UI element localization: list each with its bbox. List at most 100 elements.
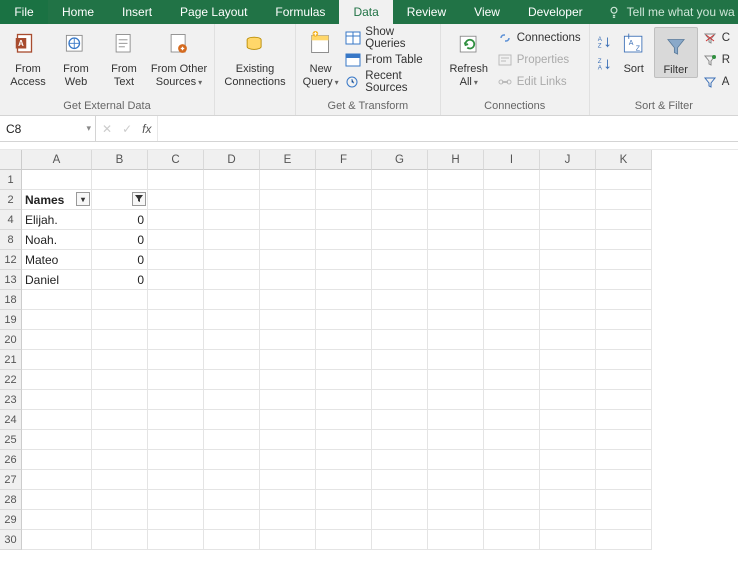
cell[interactable]: 0: [92, 230, 148, 250]
cell[interactable]: [22, 490, 92, 510]
cell[interactable]: [428, 490, 484, 510]
cell[interactable]: [204, 410, 260, 430]
cell[interactable]: [260, 190, 316, 210]
advanced-filter-button[interactable]: A: [698, 71, 734, 93]
cell[interactable]: [316, 490, 372, 510]
row-header-8[interactable]: 8: [0, 230, 22, 250]
cell[interactable]: [596, 470, 652, 490]
tab-data[interactable]: Data: [339, 0, 392, 24]
cell[interactable]: [316, 310, 372, 330]
cell[interactable]: [316, 450, 372, 470]
cell[interactable]: [260, 210, 316, 230]
row-header-24[interactable]: 24: [0, 410, 22, 430]
cell[interactable]: [540, 450, 596, 470]
cell[interactable]: [22, 370, 92, 390]
cell[interactable]: [596, 530, 652, 550]
cell[interactable]: [540, 470, 596, 490]
cell[interactable]: [428, 410, 484, 430]
from-table-button[interactable]: From Table: [341, 49, 435, 71]
cell[interactable]: [484, 510, 540, 530]
cell[interactable]: [540, 490, 596, 510]
cell[interactable]: [428, 330, 484, 350]
cell[interactable]: [204, 290, 260, 310]
col-header-K[interactable]: K: [596, 150, 652, 170]
cell[interactable]: [428, 190, 484, 210]
cell[interactable]: [148, 330, 204, 350]
col-header-E[interactable]: E: [260, 150, 316, 170]
cell[interactable]: Noah.: [22, 230, 92, 250]
cell[interactable]: [148, 450, 204, 470]
cell[interactable]: [484, 330, 540, 350]
cell[interactable]: [22, 290, 92, 310]
cell[interactable]: [148, 410, 204, 430]
chevron-down-icon[interactable]: ▾: [86, 123, 91, 134]
cell[interactable]: [428, 310, 484, 330]
col-header-C[interactable]: C: [148, 150, 204, 170]
cell[interactable]: [428, 450, 484, 470]
col-header-D[interactable]: D: [204, 150, 260, 170]
cell[interactable]: [260, 270, 316, 290]
fx-icon[interactable]: fx: [142, 122, 151, 136]
cell[interactable]: [372, 410, 428, 430]
cell[interactable]: [428, 170, 484, 190]
cell[interactable]: [316, 350, 372, 370]
col-header-G[interactable]: G: [372, 150, 428, 170]
cell[interactable]: [22, 330, 92, 350]
cell[interactable]: [92, 470, 148, 490]
cell[interactable]: [316, 190, 372, 210]
cell[interactable]: [92, 370, 148, 390]
cell[interactable]: [204, 210, 260, 230]
cell[interactable]: [484, 490, 540, 510]
cell[interactable]: [316, 270, 372, 290]
cell[interactable]: [148, 270, 204, 290]
recent-sources-button[interactable]: Recent Sources: [341, 71, 435, 93]
row-header-21[interactable]: 21: [0, 350, 22, 370]
cell[interactable]: [92, 530, 148, 550]
cell[interactable]: [484, 170, 540, 190]
cell[interactable]: [540, 310, 596, 330]
cell[interactable]: [92, 190, 148, 210]
cell[interactable]: [92, 430, 148, 450]
cell[interactable]: [484, 270, 540, 290]
reapply-button[interactable]: R: [698, 49, 734, 71]
cell[interactable]: [316, 470, 372, 490]
cell[interactable]: [22, 450, 92, 470]
cell[interactable]: [372, 290, 428, 310]
cell[interactable]: [260, 370, 316, 390]
cell[interactable]: [428, 530, 484, 550]
tab-page-layout[interactable]: Page Layout: [166, 0, 261, 24]
row-header-12[interactable]: 12: [0, 250, 22, 270]
cell[interactable]: [22, 170, 92, 190]
cell[interactable]: [22, 410, 92, 430]
cell[interactable]: [260, 290, 316, 310]
show-queries-button[interactable]: Show Queries: [341, 27, 435, 49]
cell[interactable]: [428, 390, 484, 410]
cell[interactable]: [596, 290, 652, 310]
cell[interactable]: [204, 310, 260, 330]
cell[interactable]: [148, 510, 204, 530]
sort-asc-button[interactable]: AZ: [594, 31, 614, 53]
cell[interactable]: [316, 510, 372, 530]
clear-filter-button[interactable]: C: [698, 27, 734, 49]
cell[interactable]: [428, 350, 484, 370]
tab-developer[interactable]: Developer: [514, 0, 597, 24]
cell[interactable]: [92, 410, 148, 430]
tab-review[interactable]: Review: [393, 0, 460, 24]
cell[interactable]: [540, 170, 596, 190]
col-header-J[interactable]: J: [540, 150, 596, 170]
cell[interactable]: [260, 510, 316, 530]
cell[interactable]: [260, 170, 316, 190]
cell[interactable]: [92, 290, 148, 310]
filter-dropdown-active-icon[interactable]: [132, 192, 146, 206]
cell[interactable]: [316, 210, 372, 230]
cells-area[interactable]: Names▾Elijah.0Noah.0Mateo0Daniel0: [22, 170, 652, 550]
cell[interactable]: [22, 430, 92, 450]
row-header-25[interactable]: 25: [0, 430, 22, 450]
cell[interactable]: [260, 490, 316, 510]
col-header-B[interactable]: B: [92, 150, 148, 170]
cell[interactable]: [484, 350, 540, 370]
row-header-1[interactable]: 1: [0, 170, 22, 190]
cell[interactable]: [540, 230, 596, 250]
cell[interactable]: [372, 390, 428, 410]
row-header-29[interactable]: 29: [0, 510, 22, 530]
